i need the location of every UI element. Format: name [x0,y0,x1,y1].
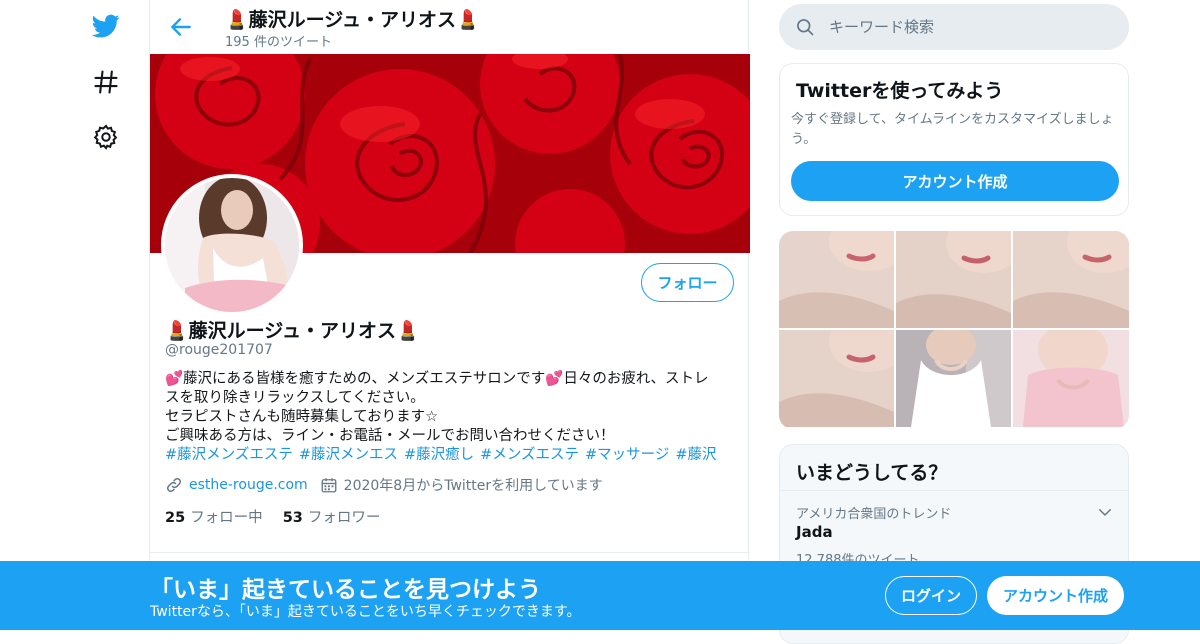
bottom-bar-subtitle: Twitterなら、「いま」起きていることをいち早くチェックできます。 [150,604,581,620]
media-thumbnail[interactable] [896,231,1011,328]
follow-button[interactable]: フォロー [641,263,734,302]
chevron-down-icon[interactable] [1096,503,1114,521]
join-date: 2020年8月からTwitterを利用しています [343,478,603,494]
link-icon [165,476,183,494]
hashtag-link[interactable]: #マッサージ [585,447,669,463]
following-count: 25 [165,510,186,526]
media-thumbnail[interactable] [896,330,1011,427]
timeline-peek [150,552,750,561]
back-arrow-icon[interactable] [168,14,194,40]
hashtag-link[interactable]: #メンズエステ [480,447,579,463]
profile-stats: 25 フォロー中 53 フォロワー [165,506,400,527]
bio-line: ご興味ある方は、ライン・お電話・メールでお問い合わせください！ [165,428,615,444]
bio-line: セラピストさんも随時募集しております☆ [165,409,439,425]
search-box [779,4,1129,50]
followers-label: フォロワー [307,510,381,526]
bottom-signup-bar: 「いま」起きていることを見つけよう Twitterなら、「いま」起きていることを… [0,561,1200,630]
bio-hashtags: #藤沢メンズエステ #藤沢メンエス #藤沢癒し #メンズエステ #マッサージ #藤沢 [165,446,745,465]
trends-title: いまどうしてる？ [796,462,948,484]
page-title: 💄藤沢ルージュ・アリオス💄 [225,9,480,31]
hashtag-link[interactable]: #藤沢癒し [404,447,474,463]
media-thumbnail[interactable] [779,231,894,328]
media-thumbnail[interactable] [1013,231,1129,328]
signup-card: Twitterを使ってみよう 今すぐ登録して、タイムラインをカスタマイズしましょ… [779,63,1129,216]
hashtag-icon[interactable] [92,68,120,96]
media-grid [779,231,1129,429]
hashtag-link[interactable]: #藤沢メンズエステ [165,447,293,463]
bottom-bar-title: 「いま」起きていることを見つけよう [150,577,541,603]
search-input[interactable] [829,12,1114,42]
hashtag-link[interactable]: #藤沢メンエス [299,447,398,463]
profile-topbar: 💄藤沢ルージュ・アリオス💄 195 件のツイート [150,0,750,54]
hashtag-link[interactable]: #藤沢 [675,447,716,463]
website-link[interactable]: esthe-rouge.com [189,477,308,493]
followers-count: 53 [282,510,303,526]
gear-icon[interactable] [92,123,120,151]
following-count-link[interactable]: 25 フォロー中 [165,506,263,527]
profile-column: 💄藤沢ルージュ・アリオス💄 195 件のツイート フォロー 💄藤沢ルージュ・アリ… [149,0,750,630]
profile-bio: 💕藤沢にある皆様を癒すための、メンズエステサロンです💕日々のお疲れ、ストレ スを… [165,370,745,465]
calendar-icon [320,476,338,494]
create-account-button[interactable]: アカウント作成 [791,161,1119,201]
following-label: フォロー中 [190,510,263,526]
screen-name[interactable]: @rouge201707 [165,342,273,358]
signup-card-title: Twitterを使ってみよう [796,80,1004,102]
media-thumbnail[interactable] [779,330,894,427]
profile-meta: esthe-rouge.com 2020年8月からTwitterを利用しています [165,475,603,495]
left-nav [80,0,130,630]
media-thumbnail[interactable] [1013,330,1129,427]
display-name: 💄藤沢ルージュ・アリオス💄 [165,320,420,342]
profile-photo [165,178,299,312]
signup-button[interactable]: アカウント作成 [987,576,1124,615]
bio-line: 💕藤沢にある皆様を癒すための、メンズエステサロンです💕日々のお疲れ、ストレ [165,371,709,387]
bio-line: スを取り除きリラックスしてください。 [165,390,425,406]
twitter-bird-icon[interactable] [92,12,120,40]
avatar[interactable] [161,174,303,316]
search-icon [795,17,815,37]
signup-card-description: 今すぐ登録して、タイムラインをカスタマイズしましょう。 [791,112,1114,147]
login-button[interactable]: ログイン [885,576,977,615]
followers-count-link[interactable]: 53 フォロワー [283,506,381,527]
tweet-count: 195 件のツイート [225,35,332,50]
trend-context: アメリカ合衆国のトレンド [796,507,952,522]
trend-name: Jada [796,523,833,541]
